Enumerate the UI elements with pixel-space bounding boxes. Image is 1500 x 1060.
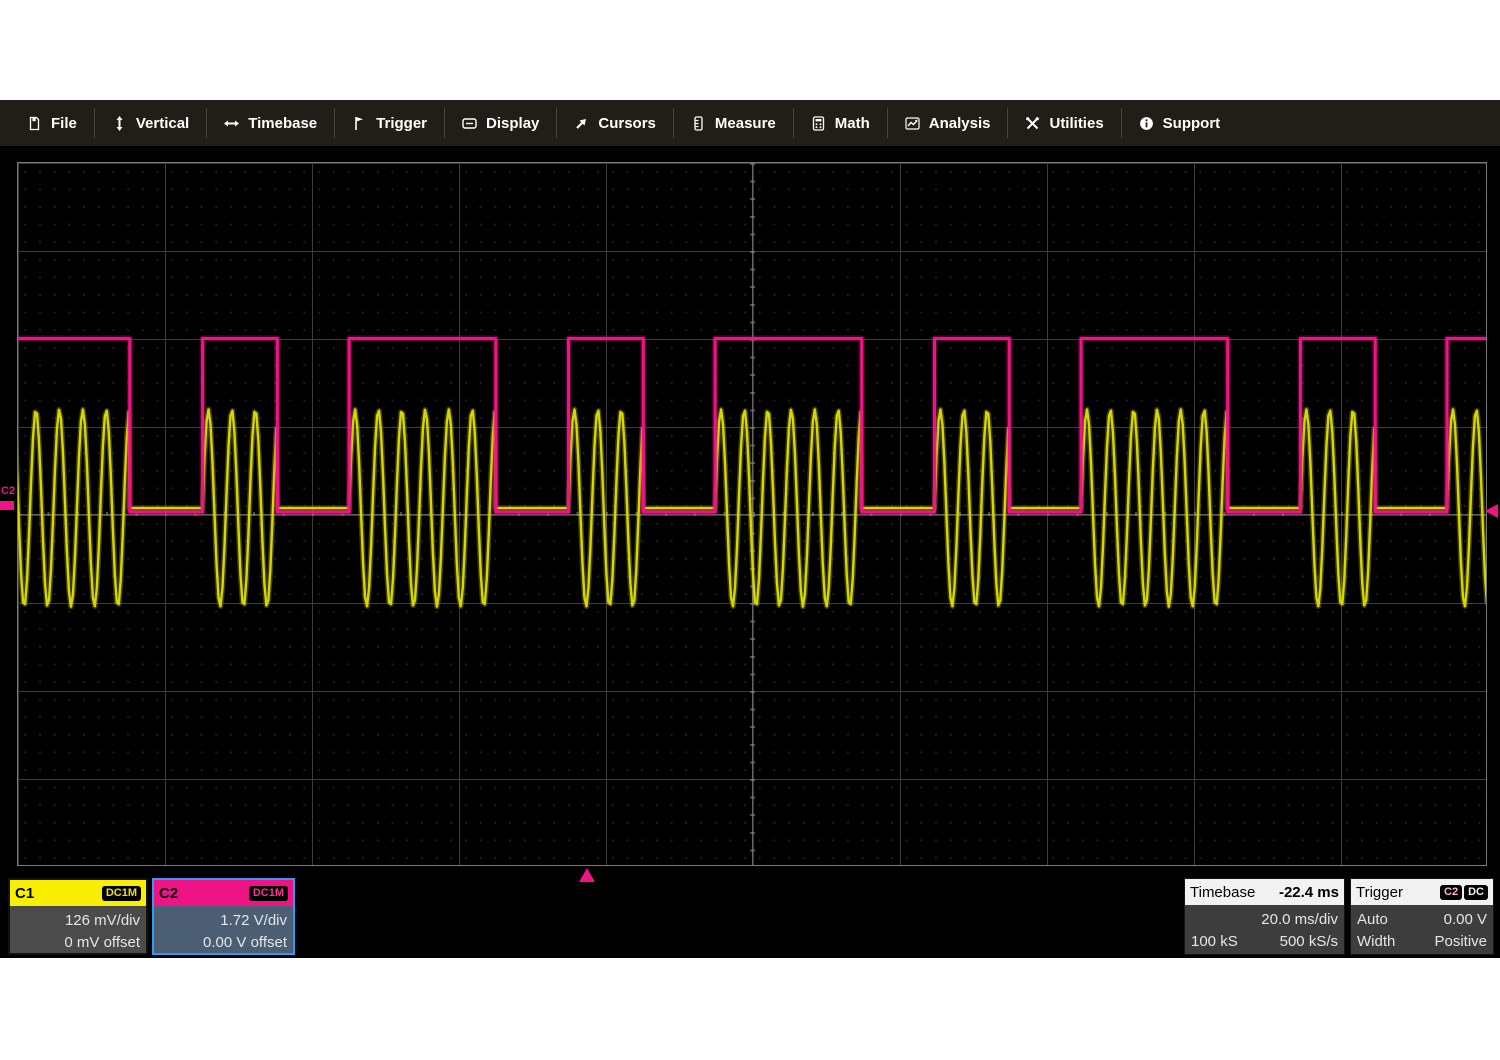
trigger-level-marker[interactable] [1485, 504, 1498, 518]
trigger-descriptor-box[interactable]: Trigger C2 DC Auto 0.00 V Width Positive [1350, 878, 1494, 955]
file-icon [27, 116, 42, 131]
menu-item-label: Trigger [376, 115, 427, 132]
tools-icon [1025, 116, 1040, 131]
menu-item-measure[interactable]: Measure [673, 108, 793, 138]
trigger-flag-icon [352, 116, 367, 131]
menu-item-label: Analysis [929, 115, 991, 132]
analysis-chart-icon [905, 116, 920, 131]
menu-item-vertical[interactable]: Vertical [94, 108, 206, 138]
trigger-position-marker[interactable] [579, 868, 595, 882]
menu-item-label: Measure [715, 115, 776, 132]
trigger-mode: Auto [1357, 911, 1388, 928]
timebase-points: 100 kS [1191, 933, 1238, 950]
c2-coupling-badge: DC1M [249, 886, 288, 901]
trigger-type: Width [1357, 933, 1395, 950]
trigger-slope: Positive [1434, 933, 1487, 950]
menu-item-label: Vertical [136, 115, 189, 132]
trigger-source-badge: C2 [1440, 885, 1462, 900]
c1-label: C1 [15, 885, 34, 902]
c1-scale: 126 mV/div [16, 912, 140, 929]
c1-offset: 0 mV offset [16, 934, 140, 951]
c1-coupling-badge: DC1M [102, 886, 141, 901]
menu-item-timebase[interactable]: Timebase [206, 108, 334, 138]
c2-offset-marker[interactable]: C2 [1, 486, 15, 497]
timebase-delay: -22.4 ms [1279, 884, 1339, 901]
menu-item-label: Display [486, 115, 539, 132]
menu-item-label: Utilities [1049, 115, 1103, 132]
timebase-scale: 20.0 ms/div [1191, 911, 1338, 928]
menu-item-support[interactable]: Support [1121, 108, 1238, 138]
menu-item-trigger[interactable]: Trigger [334, 108, 444, 138]
menu-item-analysis[interactable]: Analysis [887, 108, 1008, 138]
menu-item-label: Timebase [248, 115, 317, 132]
c2-scale: 1.72 V/div [160, 912, 287, 929]
cursor-arrow-icon [574, 116, 589, 131]
timebase-descriptor-box[interactable]: Timebase -22.4 ms 20.0 ms/div 100 kS 500… [1184, 878, 1345, 955]
menu-item-label: Math [835, 115, 870, 132]
menu-item-utilities[interactable]: Utilities [1007, 108, 1120, 138]
c2-offset: 0.00 V offset [160, 934, 287, 951]
trigger-coupling-badge: DC [1464, 885, 1488, 900]
channel-c2-descriptor-box[interactable]: C2 DC1M 1.72 V/div 0.00 V offset [152, 878, 295, 955]
trigger-label: Trigger [1356, 884, 1403, 901]
menu-item-display[interactable]: Display [444, 108, 556, 138]
oscilloscope-app: File Vertical Timebase Trigger Display C… [0, 100, 1500, 958]
vertical-arrows-icon [112, 116, 127, 131]
trigger-level: 0.00 V [1444, 911, 1487, 928]
menu-item-label: File [51, 115, 77, 132]
measure-ruler-icon [691, 116, 706, 131]
timebase-sample-rate: 500 kS/s [1280, 933, 1338, 950]
calculator-icon [811, 116, 826, 131]
menu-bar: File Vertical Timebase Trigger Display C… [0, 100, 1500, 146]
timebase-label: Timebase [1190, 884, 1255, 901]
channel-c1-descriptor-box[interactable]: C1 DC1M 126 mV/div 0 mV offset [8, 878, 148, 955]
info-icon [1139, 116, 1154, 131]
waveform-plot-area[interactable] [17, 162, 1487, 866]
menu-item-math[interactable]: Math [793, 108, 887, 138]
menu-item-label: Cursors [598, 115, 656, 132]
menu-item-cursors[interactable]: Cursors [556, 108, 673, 138]
menu-item-label: Support [1163, 115, 1221, 132]
menu-item-file[interactable]: File [10, 108, 94, 138]
horizontal-arrows-icon [224, 116, 239, 131]
waveform-traces [18, 163, 1486, 865]
c2-offset-marker-dash[interactable] [0, 501, 14, 510]
c2-label: C2 [159, 885, 178, 902]
oscilloscope-screen: { "menu": { "items": [ {"label": "File"}… [0, 0, 1500, 1060]
display-icon [462, 116, 477, 131]
